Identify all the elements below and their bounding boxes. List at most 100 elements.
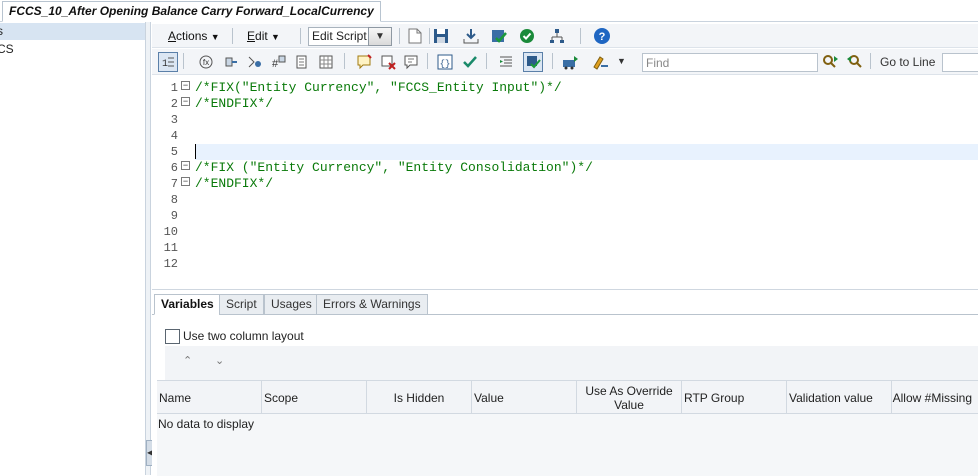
two-column-layout-checkbox[interactable] [165, 328, 180, 344]
document-tab-strip: FCCS_10_After Opening Balance Carry Forw… [0, 0, 978, 22]
insert-member-icon[interactable] [222, 53, 240, 71]
column-use-as-override[interactable]: Use As Override Value [577, 381, 682, 414]
download-icon[interactable] [462, 27, 480, 45]
toolbar-separator [580, 28, 581, 44]
svg-text:{}: {} [440, 59, 451, 69]
document-tab[interactable]: FCCS_10_After Opening Balance Carry Forw… [2, 1, 381, 22]
line-number: 1 [170, 81, 178, 95]
fold-collapse-icon[interactable]: − [181, 177, 190, 186]
find-next-icon[interactable] [822, 53, 840, 71]
line-number: 5 [170, 145, 178, 159]
pane-splitter[interactable] [146, 22, 151, 475]
column-rtp-group[interactable]: RTP Group [682, 381, 787, 414]
navigator-pane: s CS [0, 22, 146, 475]
edit-menu[interactable]: Edit ▼ [247, 27, 280, 45]
fold-collapse-icon[interactable]: − [181, 81, 190, 90]
tab-script[interactable]: Script [219, 294, 264, 315]
line-number: 12 [163, 257, 178, 271]
navigator-item[interactable]: s [0, 23, 145, 40]
line-number: 9 [170, 209, 178, 223]
toolbar-separator [344, 53, 345, 69]
line-number: 4 [170, 129, 178, 143]
tab-variables[interactable]: Variables [154, 294, 221, 315]
goto-line-label: Go to Line [880, 55, 936, 69]
navigator-item[interactable]: CS [0, 41, 145, 58]
svg-text:#: # [272, 58, 279, 70]
column-scope[interactable]: Scope [262, 381, 367, 414]
insert-variable-icon[interactable] [246, 53, 264, 71]
column-is-hidden[interactable]: Is Hidden [367, 381, 472, 414]
chevron-up-icon[interactable]: ⌃ [183, 354, 192, 367]
fold-collapse-icon[interactable]: − [181, 97, 190, 106]
add-comment-icon[interactable] [355, 53, 373, 71]
save-icon[interactable] [432, 27, 450, 45]
help-icon[interactable]: ? [593, 27, 611, 45]
column-validation-value[interactable]: Validation value [787, 381, 892, 414]
insert-function-icon[interactable]: fx [197, 53, 215, 71]
run-icon[interactable] [562, 53, 580, 71]
tab-usages[interactable]: Usages [264, 294, 319, 315]
format-script-icon[interactable]: {} [436, 53, 454, 71]
toolbar-separator [399, 28, 400, 44]
column-allow-missing[interactable]: Allow #Missing [892, 381, 978, 414]
script-editor[interactable]: 1 − /*FIX("Entity Currency", "FCCS_Entit… [152, 77, 978, 299]
svg-text:1: 1 [162, 59, 168, 69]
text-caret [195, 144, 196, 159]
goto-line-input[interactable] [942, 53, 978, 72]
highlight-icon[interactable] [592, 53, 610, 71]
find-previous-icon[interactable] [846, 53, 864, 71]
variables-table-body [157, 414, 978, 476]
toolbar-separator [486, 53, 487, 69]
fold-collapse-icon[interactable]: − [181, 161, 190, 170]
two-column-layout-option[interactable]: Use two column layout [165, 328, 304, 344]
line-number: 6 [170, 161, 178, 175]
toolbar-separator [429, 28, 430, 44]
svg-text:fx: fx [203, 58, 209, 67]
toolbar-separator [870, 53, 871, 69]
remove-comment-icon[interactable] [379, 53, 397, 71]
toolbar-separator [552, 53, 553, 69]
comment-icon[interactable] [402, 53, 420, 71]
validate-icon[interactable] [490, 27, 508, 45]
variables-table-header: Name Scope Is Hidden Value Use As Overri… [157, 380, 978, 414]
chevron-down-icon: ▼ [271, 32, 280, 42]
toolbar-separator [427, 53, 428, 69]
indent-icon[interactable] [497, 53, 515, 71]
code-line[interactable]: /*FIX("Entity Currency", "FCCS_Entity In… [195, 80, 562, 96]
chevron-down-icon[interactable]: ▼ [368, 27, 392, 46]
chevron-down-icon: ▼ [210, 32, 220, 42]
line-number: 2 [170, 97, 178, 111]
syntax-check-icon[interactable] [461, 53, 479, 71]
chevron-down-icon[interactable]: ⌄ [215, 354, 224, 367]
actions-menu[interactable]: Actions ▼ [168, 27, 220, 45]
new-document-icon[interactable] [406, 27, 424, 45]
toggle-wrap-icon[interactable] [523, 52, 543, 72]
column-name[interactable]: Name [157, 381, 262, 414]
code-line[interactable]: /*ENDFIX*/ [195, 96, 273, 112]
main-area: Actions ▼ Edit ▼ Edit Script ▼ ? 1 fx # … [152, 22, 978, 476]
insert-dimension-icon[interactable] [317, 53, 335, 71]
main-toolbar: Actions ▼ Edit ▼ Edit Script ▼ ? [152, 24, 978, 48]
find-input[interactable] [642, 53, 818, 72]
column-value[interactable]: Value [472, 381, 577, 414]
tab-errors-warnings[interactable]: Errors & Warnings [316, 294, 428, 315]
check-circle-icon[interactable] [518, 27, 536, 45]
line-number: 7 [170, 177, 178, 191]
properties-panel: Variables Script Usages Errors & Warning… [152, 289, 978, 476]
line-numbers-icon[interactable]: 1 [158, 52, 178, 72]
deploy-icon[interactable] [548, 27, 566, 45]
code-line[interactable]: /*ENDFIX*/ [195, 176, 273, 192]
line-number: 10 [163, 225, 178, 239]
editor-toolbar: 1 fx # {} ▼ Find Go to Line [152, 49, 978, 75]
current-line-highlight [195, 144, 978, 160]
chevron-down-icon[interactable]: ▼ [617, 56, 626, 66]
insert-smartlist-icon[interactable] [293, 53, 311, 71]
code-line[interactable]: /*FIX ("Entity Currency", "Entity Consol… [195, 160, 593, 176]
toolbar-separator [183, 53, 184, 69]
toolbar-separator [300, 28, 301, 44]
svg-text:?: ? [599, 31, 606, 43]
reorder-bar: ⌃ ⌄ [165, 346, 978, 380]
insert-number-icon[interactable]: # [270, 53, 288, 71]
line-number: 8 [170, 193, 178, 207]
toolbar-separator [232, 28, 233, 44]
